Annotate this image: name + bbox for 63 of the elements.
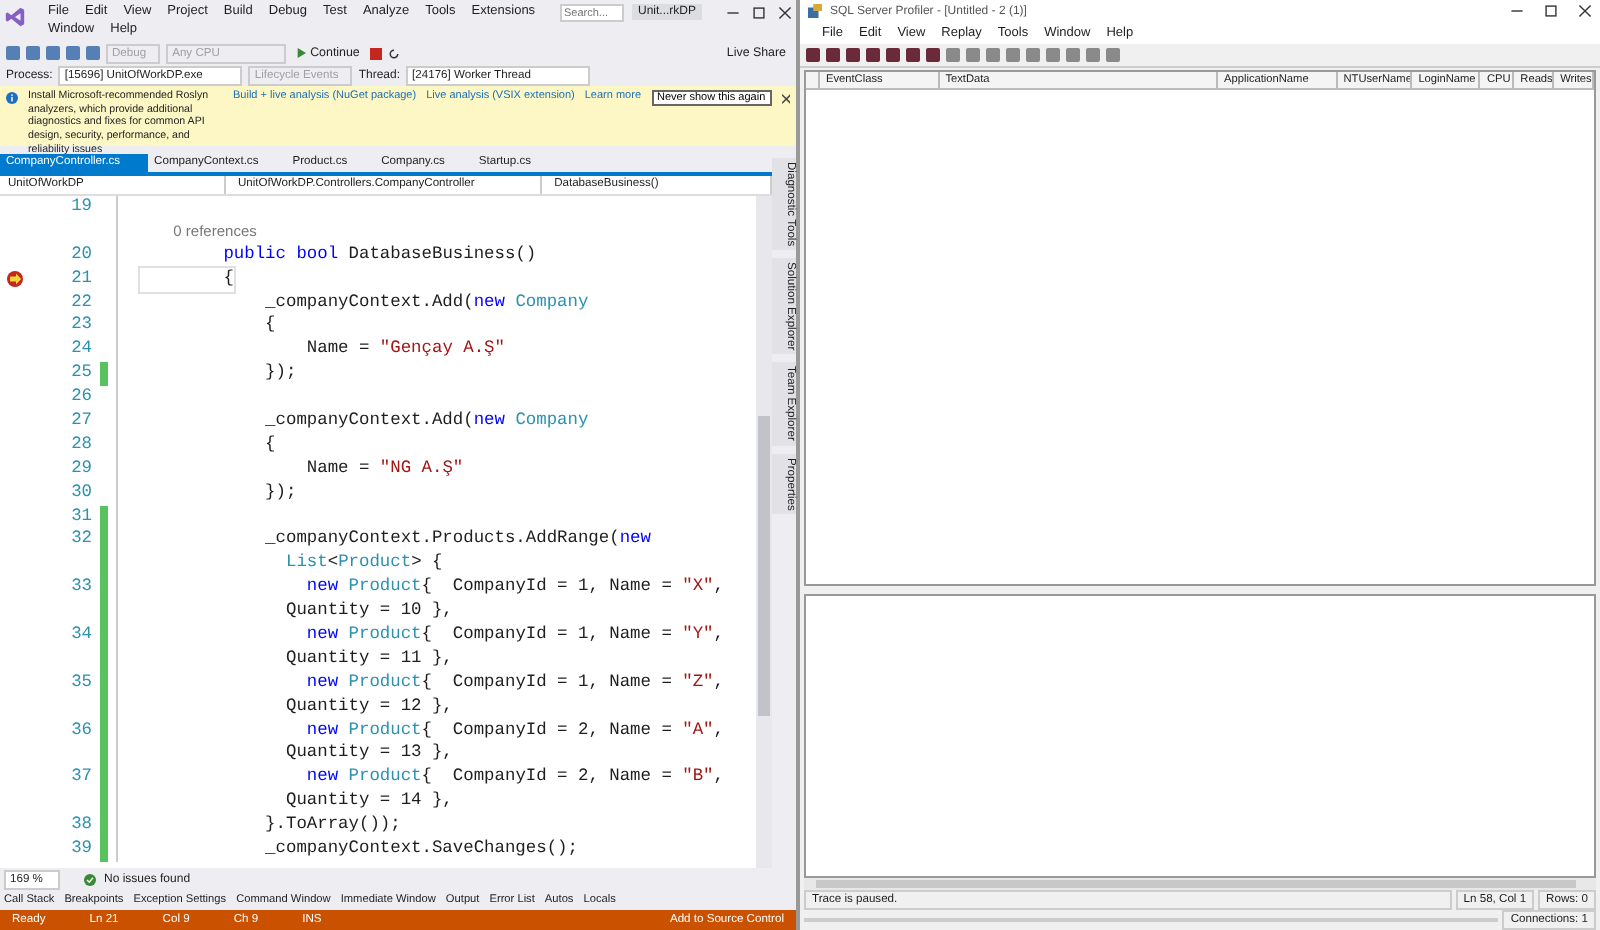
play-icon: [296, 48, 307, 58]
line-number: 27: [69, 410, 92, 434]
line-number: 35: [69, 671, 92, 696]
close-icon[interactable]: [1578, 4, 1592, 18]
breakpoint-icon[interactable]: [5, 270, 23, 289]
code-line: });: [263, 362, 297, 387]
minimize-icon[interactable]: [1510, 4, 1524, 18]
scrollbar[interactable]: [804, 878, 1596, 890]
line-number: 24: [69, 338, 92, 363]
visual-studio-logo-icon: [4, 6, 26, 28]
code-line: {: [140, 267, 234, 292]
line-number: 38: [69, 814, 92, 839]
check-icon: [84, 873, 96, 885]
line-number: 28: [69, 433, 92, 458]
line-number: 30: [69, 481, 92, 506]
restart-icon[interactable]: [387, 47, 400, 59]
line-number: 25: [69, 362, 92, 387]
code-line: Quantity = 12 },: [283, 695, 453, 720]
line-number: 20: [69, 243, 92, 268]
code-line: _companyContext.Add(new Company: [263, 410, 589, 434]
code-line: new Product{ CompanyId = 1, Name = "Y",: [304, 624, 724, 648]
code-line: new Product{ CompanyId = 1, Name = "X",: [304, 576, 724, 601]
close-icon[interactable]: [781, 94, 790, 104]
info-icon: [6, 92, 18, 104]
line-number: 26: [69, 386, 92, 411]
code-line: Name = "NG A.Ş": [304, 457, 464, 482]
line-number: 19: [69, 196, 92, 220]
line-number: 34: [69, 624, 92, 648]
code-line: {: [263, 433, 276, 458]
close-icon[interactable]: [778, 6, 792, 20]
code-line: Quantity = 11 },: [283, 647, 453, 672]
code-line: });: [263, 481, 297, 506]
code-line: new Product{ CompanyId = 2, Name = "A",: [304, 719, 724, 743]
line-number: 33: [69, 576, 92, 601]
code-line: _companyContext.Add(new Company: [263, 291, 589, 315]
code-line: _companyContext.Products.AddRange(new: [263, 528, 651, 553]
maximize-icon[interactable]: [1544, 4, 1558, 18]
code-line: Quantity = 10 },: [283, 600, 453, 625]
line-number: 37: [69, 766, 92, 791]
code-line: Quantity = 14 },: [283, 790, 453, 815]
minimize-icon[interactable]: [726, 6, 740, 20]
line-number: 36: [69, 719, 92, 743]
line-number: 21: [69, 267, 92, 292]
code-line: }.ToArray());: [263, 814, 401, 839]
line-number: 29: [69, 457, 92, 482]
scrollbar[interactable]: [756, 196, 772, 868]
code-line: _companyContext.SaveChanges();: [263, 838, 578, 862]
code-line: List<Product> {: [283, 552, 443, 577]
code-line: {: [263, 314, 276, 339]
code-line: new Product{ CompanyId = 2, Name = "B",: [304, 766, 724, 791]
code-line: Name = "Gençay A.Ş": [304, 338, 505, 363]
stop-icon[interactable]: [369, 47, 382, 59]
line-number: 22: [69, 291, 92, 315]
code-editor[interactable]: [0, 196, 772, 868]
line-number: 23: [69, 314, 92, 339]
line-number: 39: [69, 838, 92, 862]
code-line: Quantity = 13 },: [283, 742, 453, 767]
code-line: new Product{ CompanyId = 1, Name = "Z",: [304, 671, 724, 696]
app-icon: [808, 4, 822, 18]
line-number: 32: [69, 528, 92, 553]
code-line: public bool DatabaseBusiness(): [221, 243, 537, 268]
line-number: 31: [69, 505, 92, 529]
maximize-icon[interactable]: [752, 6, 766, 20]
